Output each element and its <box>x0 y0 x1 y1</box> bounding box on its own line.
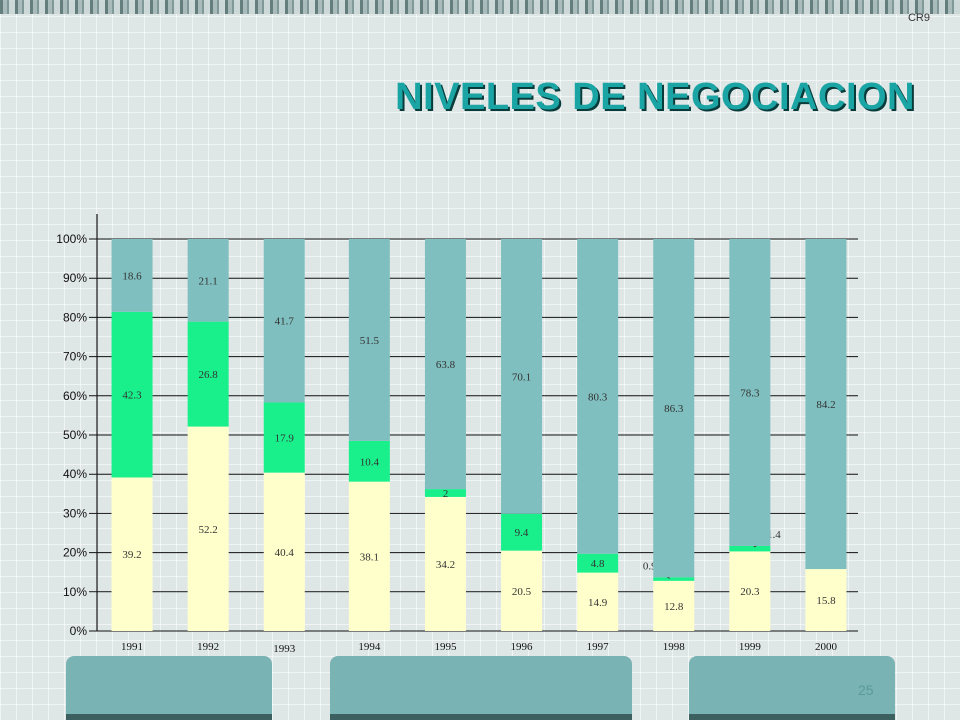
data-label: 40.4 <box>275 547 295 559</box>
y-tick-label: 50% <box>63 428 87 442</box>
stacked-bar-chart: 0% 10% 20% 30% 40% 50% 60% 70% 80% 90% 100% 39.2 42.… <box>56 214 858 655</box>
data-label: 84.2 <box>816 399 835 411</box>
bar-segment <box>653 577 695 581</box>
data-label: 51.5 <box>360 335 380 347</box>
y-tick-label: 20% <box>63 546 87 560</box>
x-tick-label: 1999 <box>739 641 762 653</box>
data-label: 26.8 <box>199 369 219 381</box>
data-label: 78.3 <box>740 387 760 399</box>
data-label: 17.9 <box>275 433 295 445</box>
data-label: 10.4 <box>360 456 380 468</box>
y-tick-label: 40% <box>63 467 87 481</box>
data-label: 63.8 <box>436 359 456 371</box>
x-tick-label: 1998 <box>663 641 686 653</box>
x-tick-label: 1993 <box>273 643 296 655</box>
bar-segment <box>729 545 771 552</box>
data-label: 34.2 <box>436 559 455 571</box>
data-label: 38.1 <box>360 551 379 563</box>
x-tick-label: 1992 <box>197 641 219 653</box>
x-tick-label: 2000 <box>815 641 838 653</box>
y-tick-label: 90% <box>63 271 87 285</box>
data-label: 9.4 <box>515 527 529 539</box>
data-label: 70.1 <box>512 371 531 383</box>
data-label: 86.3 <box>664 403 684 415</box>
y-tick-label: 0% <box>70 624 88 638</box>
data-label: 80.3 <box>588 391 608 403</box>
x-tick-label: 1995 <box>434 641 457 653</box>
data-label: 2 <box>443 488 449 500</box>
data-label: 14.9 <box>588 597 608 609</box>
data-label: 21.1 <box>199 275 218 287</box>
data-label: 39.2 <box>122 549 141 561</box>
x-tick-label: 1997 <box>587 641 610 653</box>
data-label: 20.5 <box>512 586 532 598</box>
data-label: 41.7 <box>275 316 295 328</box>
page-number: 25 <box>858 682 874 698</box>
y-tick-label: 80% <box>63 310 87 324</box>
y-tick-label: 100% <box>56 232 87 246</box>
data-label: 20.3 <box>740 586 760 598</box>
y-tick-label: 30% <box>63 506 87 520</box>
data-label: 18.6 <box>122 270 142 282</box>
y-tick-label: 70% <box>63 350 87 364</box>
x-tick-label: 1991 <box>121 641 143 653</box>
data-label: 42.3 <box>122 390 142 402</box>
y-tick-label: 60% <box>63 389 87 403</box>
footer-panel-left <box>66 656 272 720</box>
footer-panel-center <box>330 656 632 720</box>
data-label: 15.8 <box>816 595 836 607</box>
data-label: 12.8 <box>664 601 684 613</box>
data-label: 4.8 <box>591 558 605 570</box>
x-tick-label: 1996 <box>511 641 534 653</box>
y-tick-label: 10% <box>63 585 87 599</box>
x-tick-label: 1994 <box>358 641 381 653</box>
data-label: 52.2 <box>199 524 218 536</box>
